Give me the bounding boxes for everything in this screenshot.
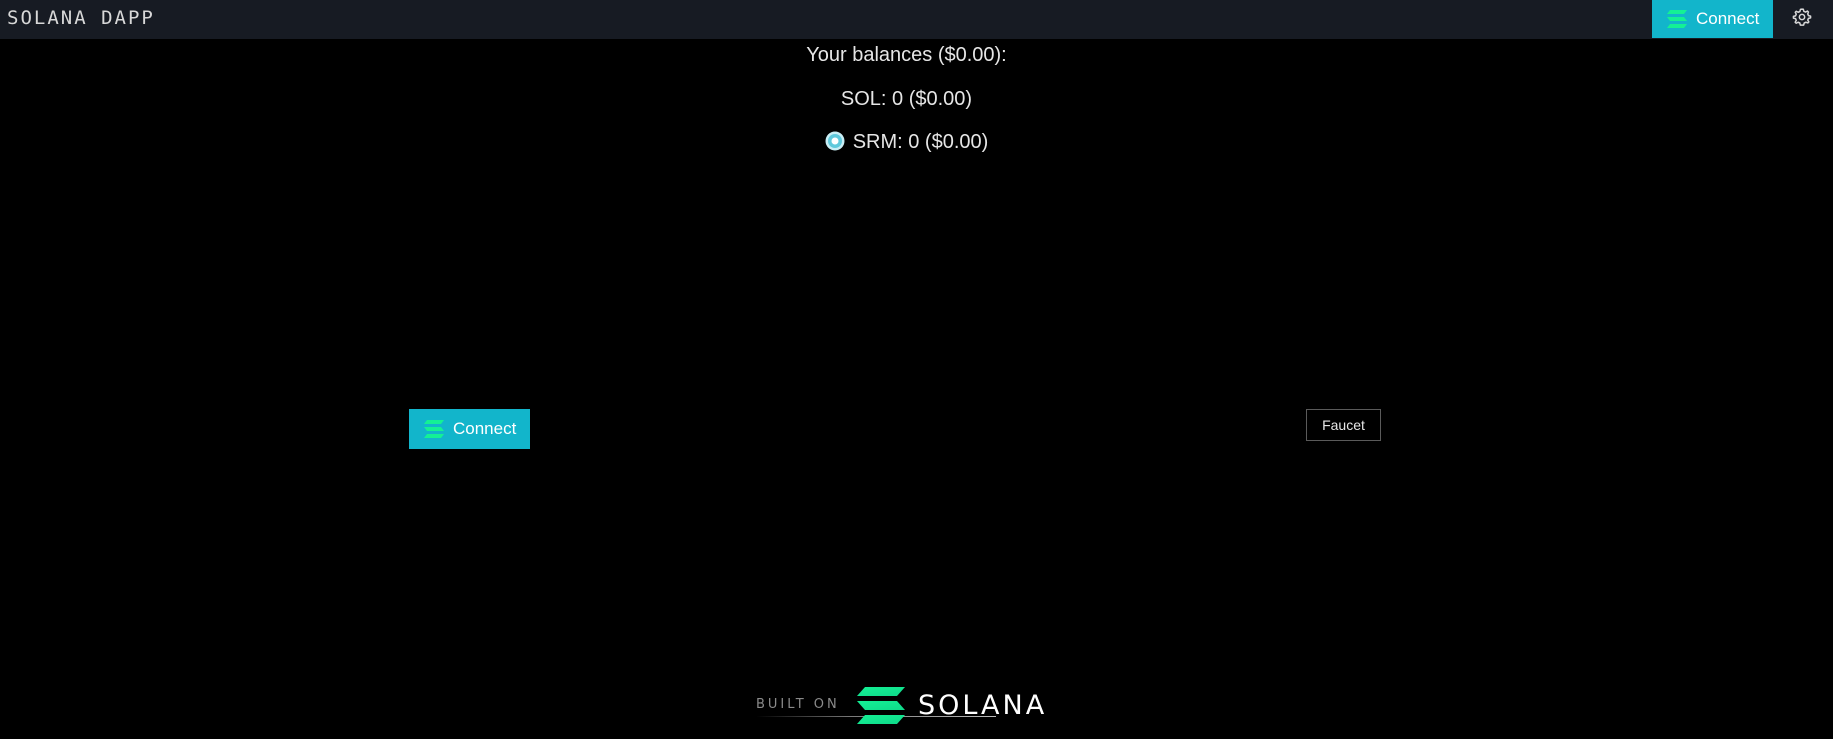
built-on-label: BUILT ON	[756, 697, 840, 712]
srm-balance-text: SRM: 0 ($0.00)	[852, 131, 989, 153]
srm-balance-row: SRM: 0 ($0.00)	[0, 131, 1813, 154]
header-connect-label: Connect	[1696, 9, 1760, 28]
sol-balance: SOL: 0 ($0.00)	[840, 88, 973, 110]
solana-wordmark: SOLANA	[918, 690, 1048, 721]
solana-logo-icon	[1667, 10, 1687, 28]
top-navigation-bar: SOLANA DAPP Connect	[0, 0, 1833, 39]
built-on-solana-footer: BUILT ON SOLANA	[750, 684, 1070, 728]
srm-token-icon	[825, 131, 845, 151]
solana-logo-icon	[424, 420, 444, 438]
main-connect-button[interactable]: Connect	[409, 409, 530, 449]
header-connect-button[interactable]: Connect	[1652, 0, 1773, 38]
balances-title: Your balances ($0.00):	[806, 44, 1007, 66]
gear-icon[interactable]	[1792, 7, 1812, 27]
solana-logo-icon	[857, 687, 905, 724]
app-brand-title: SOLANA DAPP	[7, 7, 155, 29]
faucet-button[interactable]: Faucet	[1306, 409, 1381, 441]
main-connect-label: Connect	[453, 419, 517, 438]
